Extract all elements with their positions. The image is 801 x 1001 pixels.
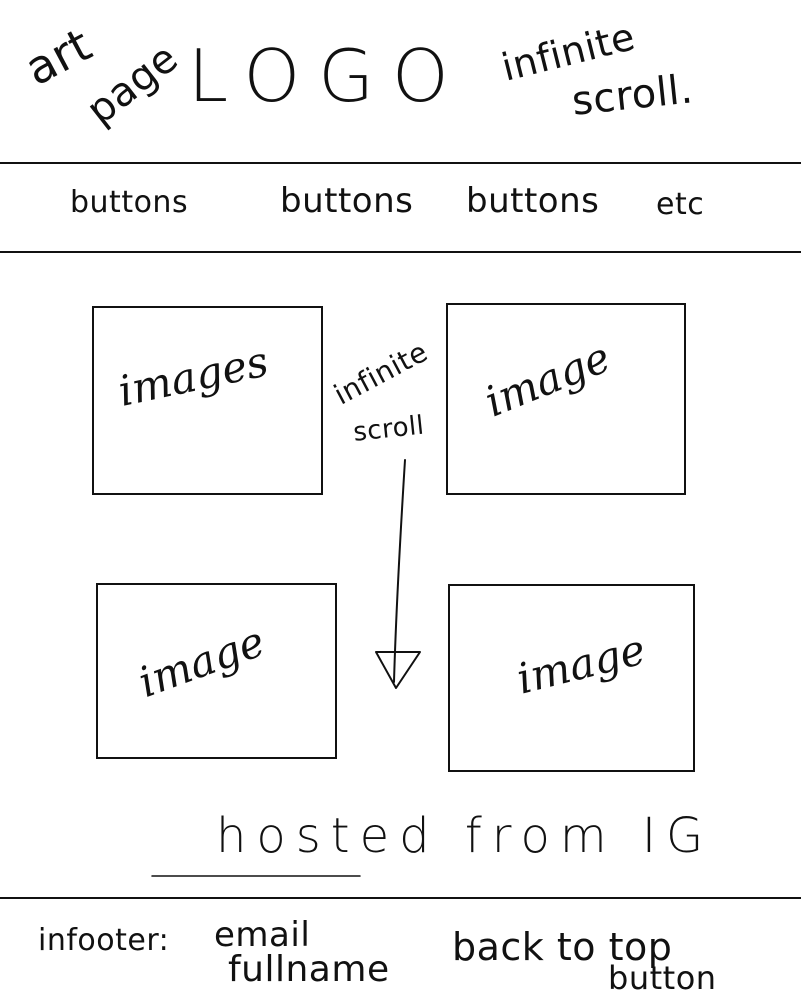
page-label: page	[78, 34, 187, 134]
footer-fullname: fullname	[228, 949, 390, 990]
back-to-top-button-label[interactable]: button	[608, 962, 717, 994]
footer-prefix: infooter:	[38, 923, 170, 958]
source-note: hosted from IG	[216, 808, 714, 864]
image-placeholder-2[interactable]: image	[446, 303, 686, 495]
header-divider-top	[0, 162, 801, 164]
logo: LOGO	[188, 34, 467, 118]
image-placeholder-3[interactable]: image	[96, 583, 337, 759]
image-label-4: image	[512, 624, 651, 704]
scroll-arrow-head	[375, 651, 421, 689]
image-label-2: image	[478, 332, 617, 427]
scroll-note-infinite: infinite	[328, 334, 434, 412]
image-label-1: images	[114, 336, 273, 416]
art-label: art	[16, 17, 101, 97]
image-label-3: image	[132, 616, 271, 708]
nav-button-1[interactable]: buttons	[70, 188, 188, 218]
scroll-label: scroll.	[569, 66, 696, 125]
header-divider-bottom	[0, 251, 801, 253]
nav-button-3[interactable]: buttons	[466, 184, 599, 218]
nav-etc: etc	[656, 187, 705, 222]
image-placeholder-4[interactable]: image	[448, 584, 695, 772]
image-placeholder-1[interactable]: images	[92, 306, 323, 495]
scroll-arrow-shaft	[393, 459, 406, 683]
scroll-note-scroll: scroll	[351, 410, 426, 448]
footer-email[interactable]: email	[214, 918, 310, 952]
nav-button-2[interactable]: buttons	[280, 184, 413, 218]
footer-divider	[0, 897, 801, 899]
